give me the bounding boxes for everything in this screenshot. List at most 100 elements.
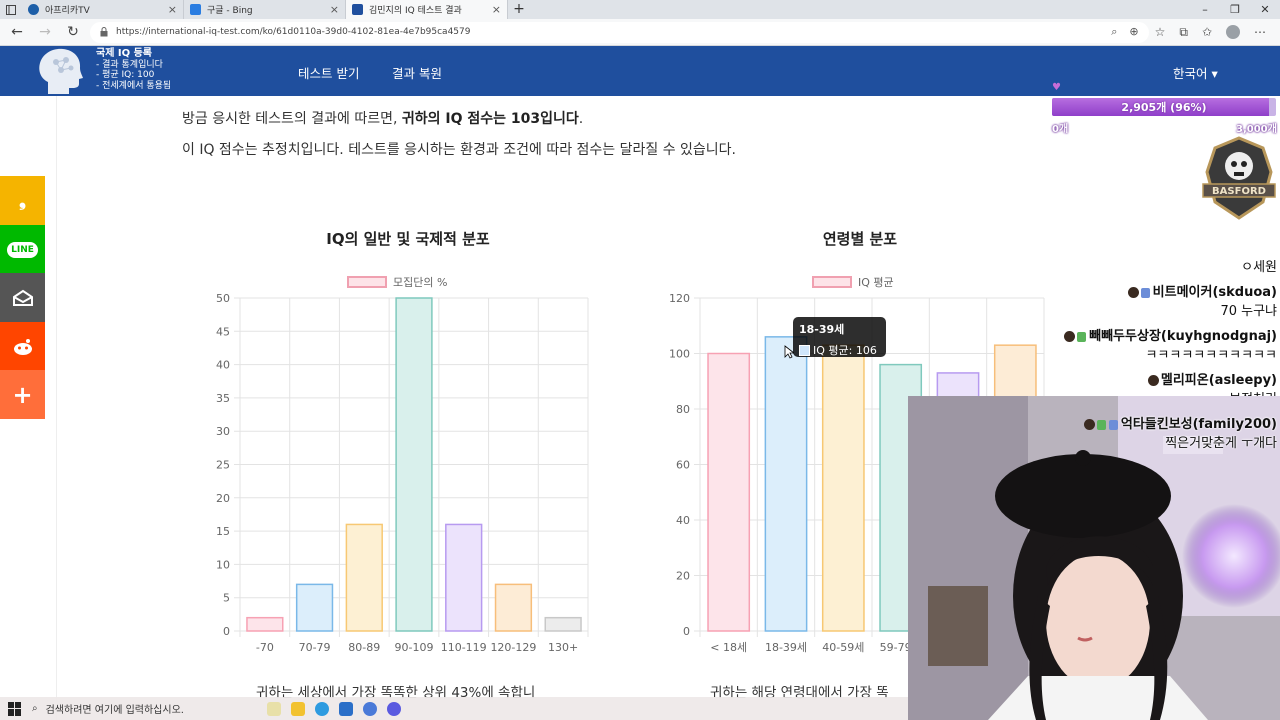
close-tab-icon[interactable]: × xyxy=(330,3,339,16)
result-line-1: 방금 응시한 테스트의 결과에 따르면, 귀하의 IQ 점수는 103입니다. xyxy=(182,108,583,128)
tab-title: 구글 - Bing xyxy=(207,6,253,16)
bar-130+ xyxy=(544,616,582,632)
profile-avatar[interactable] xyxy=(1226,24,1240,39)
zoom-icon[interactable]: ⌕ xyxy=(1111,25,1117,39)
back-arrow-icon[interactable]: ← xyxy=(6,24,28,40)
favorites-star-icon[interactable]: ☆ xyxy=(1155,25,1166,40)
y-tick-label: 80 xyxy=(676,403,690,416)
forward-arrow-icon[interactable]: → xyxy=(34,24,56,40)
y-tick-label: 50 xyxy=(216,292,230,305)
x-tick-label: 110-119 xyxy=(441,641,487,654)
chat-message: ㅇ세원 xyxy=(1050,256,1280,275)
windows-start-icon[interactable] xyxy=(8,701,22,716)
favorites-bar-icon[interactable]: ✩ xyxy=(1202,25,1212,40)
tooltip-swatch xyxy=(799,344,810,356)
restore-icon[interactable]: ❐ xyxy=(1220,0,1250,19)
url-field[interactable]: https://international-iq-test.com/ko/61d… xyxy=(90,21,1149,43)
window-controls: – ❐ ✕ xyxy=(1190,0,1280,19)
afreeca-favicon-icon xyxy=(28,4,39,15)
taskbar-search[interactable]: ⌕ 검색하려면 여기에 입력하십시오. xyxy=(32,701,257,716)
brand-line: - 전세계에서 통용됨 xyxy=(96,80,172,91)
url-text: https://international-iq-test.com/ko/61d… xyxy=(116,27,471,37)
bar-70-79 xyxy=(295,583,334,632)
user-avatar-icon xyxy=(1064,331,1076,342)
result-line-1-post: . xyxy=(578,111,584,127)
site-header-right: 한국어 ▾ xyxy=(1050,46,1280,96)
line-share-button[interactable]: LINE xyxy=(0,225,45,274)
chrome-icon[interactable] xyxy=(363,701,377,716)
chat-nick[interactable]: 멜리피온(asleepy) xyxy=(1050,369,1277,388)
collections-icon[interactable]: ⧉ xyxy=(1179,25,1188,40)
browser-tab-bing[interactable]: 구글 - Bing × xyxy=(184,0,346,19)
chat-message: 억타들킨보성(family200) 찍은거맞춘게 ㅜ개다 xyxy=(1050,413,1280,451)
bar--70 xyxy=(246,616,284,632)
browser-tab-iq-result[interactable]: 김민지의 IQ 테스트 결과 × xyxy=(346,0,508,19)
reddit-icon xyxy=(13,338,32,355)
bar-110-119 xyxy=(445,523,483,632)
chat-text: ㅇ세원 xyxy=(1241,260,1277,275)
y-tick-label: 30 xyxy=(216,425,230,438)
app-icon[interactable] xyxy=(339,701,353,716)
edge-icon[interactable] xyxy=(315,701,329,716)
badge-text: BASFORD xyxy=(1212,186,1266,197)
subscriber-badge-icon xyxy=(1096,419,1106,430)
task-view-icon[interactable] xyxy=(267,701,281,716)
discord-icon[interactable] xyxy=(387,701,401,716)
browser-tab-afreeca[interactable]: 아프리카TV × xyxy=(22,0,184,19)
minimize-icon[interactable]: – xyxy=(1190,0,1220,19)
chat-nick[interactable]: 억타들킨보성(family200) xyxy=(1050,413,1277,432)
legend-swatch xyxy=(347,276,387,288)
chart1-svg: 0 5 10 15 20 25 30 35 40 45 50 -70 70-79 80-89 90-109 1… xyxy=(216,292,589,654)
nav-take-test[interactable]: 테스트 받기 xyxy=(298,63,359,82)
y-tick-label: 0 xyxy=(223,625,230,638)
mail-icon xyxy=(12,289,33,306)
x-tick-label: < 18세 xyxy=(710,641,747,654)
y-tick-label: 20 xyxy=(676,570,690,583)
chat-nick-text: 억타들킨보성(family200) xyxy=(1120,417,1277,432)
kakao-share-button[interactable]: ❟ xyxy=(0,176,45,225)
close-tab-icon[interactable]: × xyxy=(168,3,177,16)
iq-favicon-icon xyxy=(352,4,363,15)
brain-head-logo-icon[interactable] xyxy=(36,48,86,94)
chat-nick[interactable]: 비트메이커(skduoa) xyxy=(1050,281,1277,300)
more-menu-icon[interactable]: ⋯ xyxy=(1254,25,1266,40)
progress-max: 3,000개 xyxy=(1236,124,1277,135)
y-tick-label: 45 xyxy=(216,325,230,338)
mouse-cursor-icon xyxy=(784,345,794,359)
taskbar-search-placeholder: 검색하려면 여기에 입력하십시오. xyxy=(45,705,184,716)
chart2-title: 연령별 분포 xyxy=(822,230,898,248)
heart-icon: ♥ xyxy=(1052,82,1061,93)
close-window-icon[interactable]: ✕ xyxy=(1250,0,1280,19)
app-available-icon[interactable]: ⊕ xyxy=(1129,25,1138,39)
chat-nick[interactable]: 빼빼두두상장(kuyhgnodgnaj) xyxy=(1050,325,1277,344)
tab-title: 아프리카TV xyxy=(45,6,90,16)
chart1-title: IQ의 일반 및 국제적 분포 xyxy=(326,230,490,248)
x-tick-label: -70 xyxy=(256,641,274,654)
reddit-share-button[interactable] xyxy=(0,322,45,371)
bar-90-109 xyxy=(395,297,433,632)
refresh-icon[interactable]: ↻ xyxy=(62,24,84,40)
file-explorer-icon[interactable] xyxy=(291,701,305,716)
nav-restore-result[interactable]: 결과 복원 xyxy=(392,63,442,82)
chat-text: 찍은거맞춘게 ㅜ개다 xyxy=(1165,436,1277,451)
browser-tabstrip: 아프리카TV × 구글 - Bing × 김민지의 IQ 테스트 결과 × + … xyxy=(0,0,1280,19)
x-tick-label: 80-89 xyxy=(348,641,380,654)
user-avatar-icon xyxy=(1083,419,1095,430)
tooltip-title: 18-39세 xyxy=(799,323,845,336)
y-tick-label: 20 xyxy=(216,492,230,505)
iq-score-text: 귀하의 IQ 점수는 103입니다 xyxy=(401,111,579,127)
tooltip-value: IQ 평균: 106 xyxy=(813,344,877,357)
y-tick-label: 35 xyxy=(216,392,230,405)
language-select[interactable]: 한국어 ▾ xyxy=(1173,63,1218,82)
new-tab-icon[interactable]: + xyxy=(508,0,530,19)
band-share-button[interactable] xyxy=(0,273,45,322)
brand-text[interactable]: 국제 IQ 등록 - 결과 통계입니다 - 평균 IQ: 100 - 전세계에서… xyxy=(96,48,172,91)
windows-taskbar: ⌕ 검색하려면 여기에 입력하십시오. xyxy=(0,697,908,720)
tab-actions-icon[interactable] xyxy=(0,0,22,19)
search-icon: ⌕ xyxy=(32,703,38,714)
close-tab-icon[interactable]: × xyxy=(492,3,501,16)
lock-icon xyxy=(100,27,108,37)
chat-message: 비트메이커(skduoa) 70 누구냐 xyxy=(1050,281,1280,319)
x-tick-label: 40-59세 xyxy=(822,641,864,654)
more-share-button[interactable]: + xyxy=(0,370,45,419)
